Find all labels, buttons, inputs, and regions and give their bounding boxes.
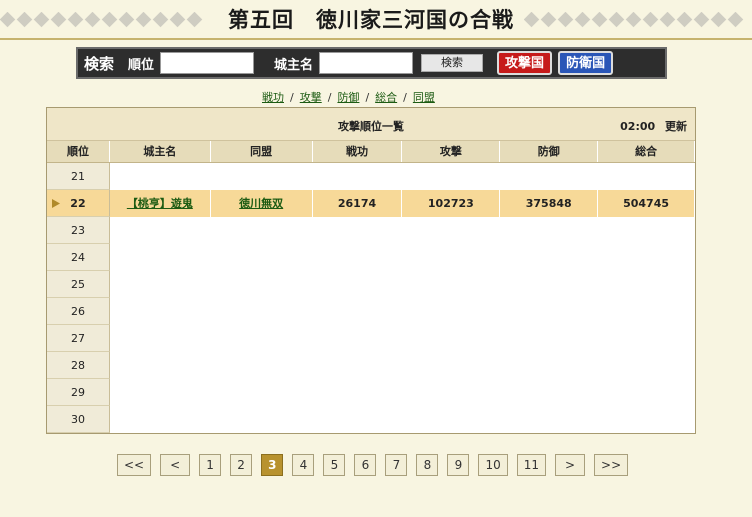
table-row: 27 bbox=[47, 325, 695, 352]
table-row: 23 bbox=[47, 217, 695, 244]
col-alliance: 同盟 bbox=[211, 141, 313, 162]
search-bar: 検索 順位 城主名 検索 攻撃国 防衛国 bbox=[76, 47, 667, 79]
page-button-1[interactable]: 1 bbox=[199, 454, 222, 476]
rank-cell: 25 bbox=[47, 271, 110, 298]
table-title: 攻撃順位一覧 bbox=[338, 120, 404, 133]
col-attack: 攻撃 bbox=[402, 141, 501, 162]
col-lord-name: 城主名 bbox=[110, 141, 211, 162]
rank-label: 順位 bbox=[128, 57, 155, 73]
update-link[interactable]: 更新 bbox=[665, 120, 687, 133]
rank-cell: 23 bbox=[47, 217, 110, 244]
decorative-diamond-row bbox=[0, 12, 218, 28]
pagination: << < 1 2 3 4 5 6 7 8 9 10 11 > >> bbox=[117, 454, 629, 476]
attack-country-button[interactable]: 攻撃国 bbox=[497, 51, 553, 75]
ranking-nav: 戦功 / 攻撃 / 防御 / 総合 / 同盟 bbox=[262, 91, 435, 104]
nav-link-total[interactable]: 総合 bbox=[375, 91, 397, 104]
decorative-diamond-row bbox=[524, 12, 752, 28]
attack-cell: 102723 bbox=[402, 190, 501, 217]
nav-link-senko[interactable]: 戦功 bbox=[262, 91, 284, 104]
page-button-2[interactable]: 2 bbox=[230, 454, 253, 476]
rank-cell: 21 bbox=[47, 163, 110, 190]
page-title: 第五回 徳川家三河国の合戦 bbox=[228, 7, 514, 32]
page-button-5[interactable]: 5 bbox=[323, 454, 346, 476]
defense-country-button[interactable]: 防衛国 bbox=[558, 51, 614, 75]
lord-name-link[interactable]: 【桃亨】遊鬼 bbox=[127, 197, 193, 210]
rank-cell: 30 bbox=[47, 406, 110, 433]
update-time: 02:00 更新 bbox=[620, 118, 687, 134]
nav-link-alliance[interactable]: 同盟 bbox=[413, 91, 435, 104]
search-button[interactable]: 検索 bbox=[421, 54, 484, 72]
rank-cell: 22 bbox=[47, 190, 110, 217]
nav-link-attack[interactable]: 攻撃 bbox=[300, 91, 322, 104]
page-button-11[interactable]: 11 bbox=[516, 454, 547, 476]
column-headers: 順位 城主名 同盟 戦功 攻撃 防御 総合 bbox=[47, 141, 695, 163]
ranking-table: 攻撃順位一覧 02:00 更新 順位 城主名 同盟 戦功 攻撃 防御 総合 21… bbox=[46, 107, 696, 434]
rank-cell: 28 bbox=[47, 352, 110, 379]
search-title: 検索 bbox=[84, 54, 115, 73]
alliance-cell: 徳川無双 bbox=[211, 190, 313, 217]
defense-cell: 375848 bbox=[500, 190, 599, 217]
current-row-arrow-icon bbox=[52, 199, 60, 208]
page-button-8[interactable]: 8 bbox=[416, 454, 439, 476]
prev-page-button[interactable]: < bbox=[160, 454, 191, 476]
rank-input[interactable] bbox=[160, 52, 255, 74]
next-page-button[interactable]: > bbox=[555, 454, 586, 476]
table-row: 28 bbox=[47, 352, 695, 379]
col-senko: 戦功 bbox=[313, 141, 403, 162]
table-row: 30 bbox=[47, 406, 695, 433]
rank-cell: 27 bbox=[47, 325, 110, 352]
table-row: 29 bbox=[47, 379, 695, 406]
senko-cell: 26174 bbox=[313, 190, 403, 217]
table-row: 26 bbox=[47, 298, 695, 325]
lord-name-label: 城主名 bbox=[274, 57, 314, 73]
total-cell: 504745 bbox=[598, 190, 695, 217]
col-total: 総合 bbox=[598, 141, 695, 162]
rank-cell: 24 bbox=[47, 244, 110, 271]
page-button-10[interactable]: 10 bbox=[478, 454, 508, 476]
first-page-button[interactable]: << bbox=[117, 454, 152, 476]
alliance-link[interactable]: 徳川無双 bbox=[239, 197, 283, 210]
col-defense: 防御 bbox=[500, 141, 599, 162]
time-value: 02:00 bbox=[620, 120, 656, 133]
rank-cell: 26 bbox=[47, 298, 110, 325]
page-button-9[interactable]: 9 bbox=[447, 454, 470, 476]
page-button-4[interactable]: 4 bbox=[292, 454, 315, 476]
table-row: 21 bbox=[47, 163, 695, 190]
page-button-3-current[interactable]: 3 bbox=[261, 454, 284, 476]
last-page-button[interactable]: >> bbox=[594, 454, 629, 476]
table-row-highlighted: 22 【桃亨】遊鬼 徳川無双 26174 102723 375848 50474… bbox=[47, 190, 695, 217]
page-header: 第五回 徳川家三河国の合戦 bbox=[0, 0, 752, 40]
page-button-7[interactable]: 7 bbox=[385, 454, 408, 476]
lord-name-cell: 【桃亨】遊鬼 bbox=[110, 190, 211, 217]
rank-cell: 29 bbox=[47, 379, 110, 406]
nav-link-defense[interactable]: 防御 bbox=[337, 91, 359, 104]
page-button-6[interactable]: 6 bbox=[354, 454, 377, 476]
lord-name-input[interactable] bbox=[319, 52, 414, 74]
table-header: 攻撃順位一覧 02:00 更新 bbox=[47, 108, 695, 141]
table-row: 25 bbox=[47, 271, 695, 298]
col-rank: 順位 bbox=[47, 141, 110, 162]
table-row: 24 bbox=[47, 244, 695, 271]
